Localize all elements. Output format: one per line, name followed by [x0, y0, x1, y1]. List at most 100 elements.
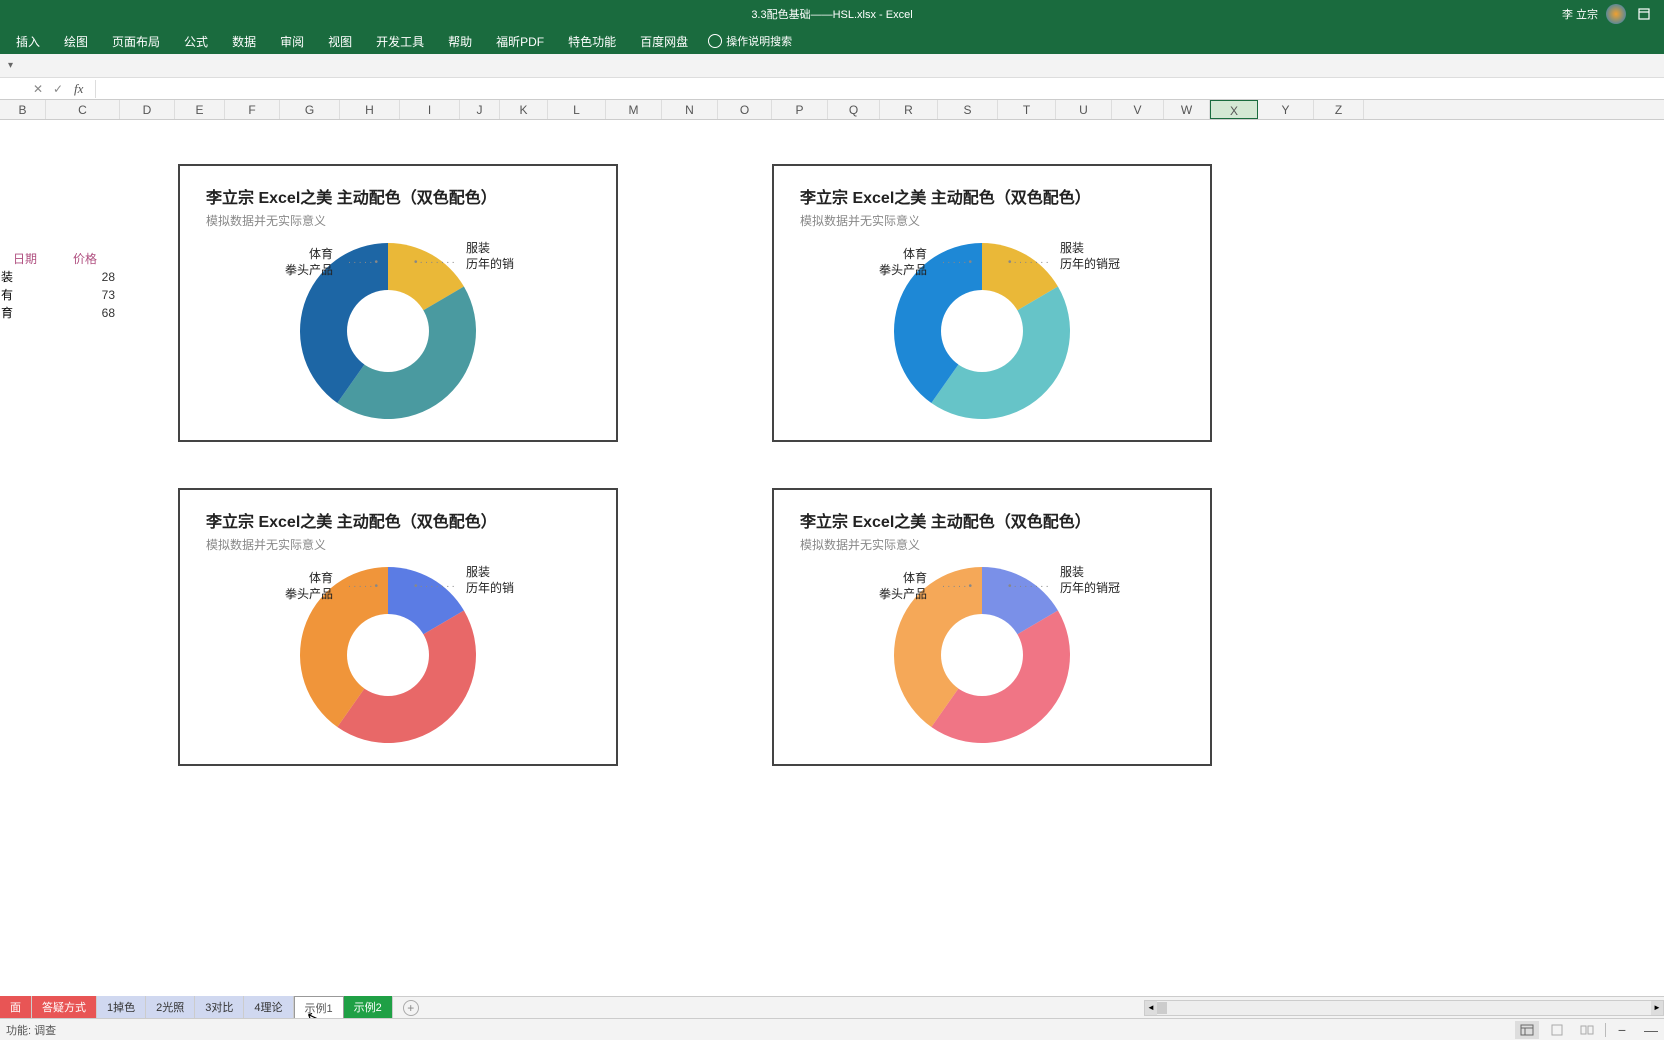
ribbon-tab-draw[interactable]: 绘图 — [52, 29, 100, 54]
quick-access-bar: ▾ — [0, 54, 1664, 78]
scroll-thumb[interactable] — [1157, 1002, 1167, 1014]
scroll-right-icon[interactable]: ► — [1651, 1001, 1663, 1015]
data-header-date: 日期 — [0, 250, 50, 268]
chart-title: 李立宗 Excel之美 主动配色（双色配色） — [206, 184, 590, 208]
ribbon-tab-page-layout[interactable]: 页面布局 — [100, 29, 172, 54]
donut-chart-4[interactable]: 李立宗 Excel之美 主动配色（双色配色） 模拟数据并无实际意义 体育拳头产品… — [772, 488, 1212, 766]
chart-subtitle: 模拟数据并无实际意义 — [800, 536, 1184, 553]
ribbon-display-options-icon[interactable] — [1634, 4, 1654, 24]
column-header-X[interactable]: X — [1210, 100, 1258, 119]
ribbon-tab-review[interactable]: 审阅 — [268, 29, 316, 54]
column-header-O[interactable]: O — [718, 100, 772, 119]
chart-label-right: 服装历年的销冠 — [1060, 565, 1120, 596]
chart-title: 李立宗 Excel之美 主动配色（双色配色） — [800, 508, 1184, 532]
column-header-V[interactable]: V — [1112, 100, 1164, 119]
sheet-tab-7[interactable]: 示例2 — [344, 996, 393, 1020]
column-header-U[interactable]: U — [1056, 100, 1112, 119]
column-header-D[interactable]: D — [120, 100, 175, 119]
lightbulb-icon — [708, 34, 722, 48]
formula-input[interactable] — [95, 80, 1664, 98]
column-header-P[interactable]: P — [772, 100, 828, 119]
data-cell: 73 — [50, 286, 120, 304]
donut-chart-3[interactable]: 李立宗 Excel之美 主动配色（双色配色） 模拟数据并无实际意义 体育拳头产品… — [178, 488, 618, 766]
data-cell: 有 — [0, 286, 50, 304]
source-data-table: 日期 价格 装 28 有 73 育 68 — [0, 250, 120, 322]
ribbon-tab-data[interactable]: 数据 — [220, 29, 268, 54]
donut-chart-1[interactable]: 李立宗 Excel之美 主动配色（双色配色） 模拟数据并无实际意义 体育拳头产品… — [178, 164, 618, 442]
ribbon-tab-view[interactable]: 视图 — [316, 29, 364, 54]
column-header-J[interactable]: J — [460, 100, 500, 119]
data-cell: 育 — [0, 304, 50, 322]
data-cell: 28 — [50, 268, 120, 286]
column-header-T[interactable]: T — [998, 100, 1056, 119]
leader-line: •······· — [414, 581, 457, 592]
horizontal-scrollbar[interactable]: ◄ ► — [1144, 1000, 1664, 1016]
sheet-tab-3[interactable]: 2光照 — [146, 996, 195, 1020]
leader-line: ·····• — [348, 581, 380, 592]
title-bar: 3.3配色基础——HSL.xlsx - Excel 李 立宗 — [0, 0, 1664, 28]
leader-line: ·····• — [942, 581, 974, 592]
ribbon-tab-insert[interactable]: 插入 — [4, 29, 52, 54]
column-header-Y[interactable]: Y — [1258, 100, 1314, 119]
column-header-Z[interactable]: Z — [1314, 100, 1364, 119]
ribbon-tab-formula[interactable]: 公式 — [172, 29, 220, 54]
sheet-tab-0[interactable]: 面 — [0, 996, 32, 1020]
cancel-formula-button[interactable]: ✕ — [28, 81, 48, 97]
column-header-W[interactable]: W — [1164, 100, 1210, 119]
chart-label-right: 服装历年的销 — [466, 241, 514, 272]
leader-line: ·····• — [348, 257, 380, 268]
column-header-K[interactable]: K — [500, 100, 548, 119]
confirm-formula-button[interactable]: ✓ — [48, 81, 68, 97]
column-header-I[interactable]: I — [400, 100, 460, 119]
ribbon-tab-baidu[interactable]: 百度网盘 — [628, 29, 700, 54]
column-header-E[interactable]: E — [175, 100, 225, 119]
ribbon-tab-special[interactable]: 特色功能 — [556, 29, 628, 54]
chart-subtitle: 模拟数据并无实际意义 — [206, 536, 590, 553]
column-header-S[interactable]: S — [938, 100, 998, 119]
column-header-L[interactable]: L — [548, 100, 606, 119]
column-header-H[interactable]: H — [340, 100, 400, 119]
new-sheet-button[interactable]: + — [403, 1000, 419, 1016]
leader-line: •······· — [414, 257, 457, 268]
view-page-break-button[interactable] — [1575, 1021, 1599, 1039]
column-header-C[interactable]: C — [46, 100, 120, 119]
zoom-out-button[interactable]: − — [1612, 1022, 1632, 1038]
donut-chart-2[interactable]: 李立宗 Excel之美 主动配色（双色配色） 模拟数据并无实际意义 体育拳头产品… — [772, 164, 1212, 442]
ribbon-tab-help[interactable]: 帮助 — [436, 29, 484, 54]
data-header-price: 价格 — [50, 250, 120, 268]
scroll-left-icon[interactable]: ◄ — [1145, 1001, 1157, 1015]
column-headers: BCDEFGHIJKLMNOPQRSTUVWXYZ — [0, 100, 1664, 120]
chart-label-right: 服装历年的销冠 — [1060, 241, 1120, 272]
view-page-layout-button[interactable] — [1545, 1021, 1569, 1039]
column-header-F[interactable]: F — [225, 100, 280, 119]
sheet-tab-5[interactable]: 4理论 — [244, 996, 293, 1020]
tell-me-search[interactable]: 操作说明搜索 — [708, 33, 792, 49]
sheet-tabs-bar: 面答疑方式1掉色2光照3对比4理论示例1示例2 + ◄ ► — [0, 996, 1664, 1018]
worksheet-grid[interactable]: 日期 价格 装 28 有 73 育 68 李立宗 Excel之美 主动配色（双色… — [0, 120, 1664, 848]
chart-title: 李立宗 Excel之美 主动配色（双色配色） — [800, 184, 1184, 208]
ribbon-tab-developer[interactable]: 开发工具 — [364, 29, 436, 54]
chart-label-left: 体育拳头产品 — [285, 571, 333, 602]
ribbon-tabs: 插入 绘图 页面布局 公式 数据 审阅 视图 开发工具 帮助 福昕PDF 特色功… — [0, 28, 1664, 54]
column-header-G[interactable]: G — [280, 100, 340, 119]
sheet-tab-1[interactable]: 答疑方式 — [32, 996, 97, 1020]
chart-subtitle: 模拟数据并无实际意义 — [206, 212, 590, 229]
status-text: 功能: 调查 — [6, 1022, 56, 1038]
column-header-Q[interactable]: Q — [828, 100, 880, 119]
chart-title: 李立宗 Excel之美 主动配色（双色配色） — [206, 508, 590, 532]
ribbon-tab-foxit-pdf[interactable]: 福昕PDF — [484, 29, 556, 54]
column-header-R[interactable]: R — [880, 100, 938, 119]
column-header-B[interactable]: B — [0, 100, 46, 119]
column-header-N[interactable]: N — [662, 100, 718, 119]
sheet-tab-4[interactable]: 3对比 — [195, 996, 244, 1020]
status-bar: 功能: 调查 − — — [0, 1018, 1664, 1040]
view-normal-button[interactable] — [1515, 1021, 1539, 1039]
fx-icon[interactable]: fx — [74, 81, 83, 97]
expand-dropdown-icon[interactable]: ▾ — [8, 60, 13, 71]
zoom-in-button[interactable]: — — [1638, 1022, 1664, 1038]
column-header-M[interactable]: M — [606, 100, 662, 119]
user-avatar[interactable] — [1606, 4, 1626, 24]
leader-line: •······· — [1008, 581, 1051, 592]
sheet-tab-2[interactable]: 1掉色 — [97, 996, 146, 1020]
chart-subtitle: 模拟数据并无实际意义 — [800, 212, 1184, 229]
